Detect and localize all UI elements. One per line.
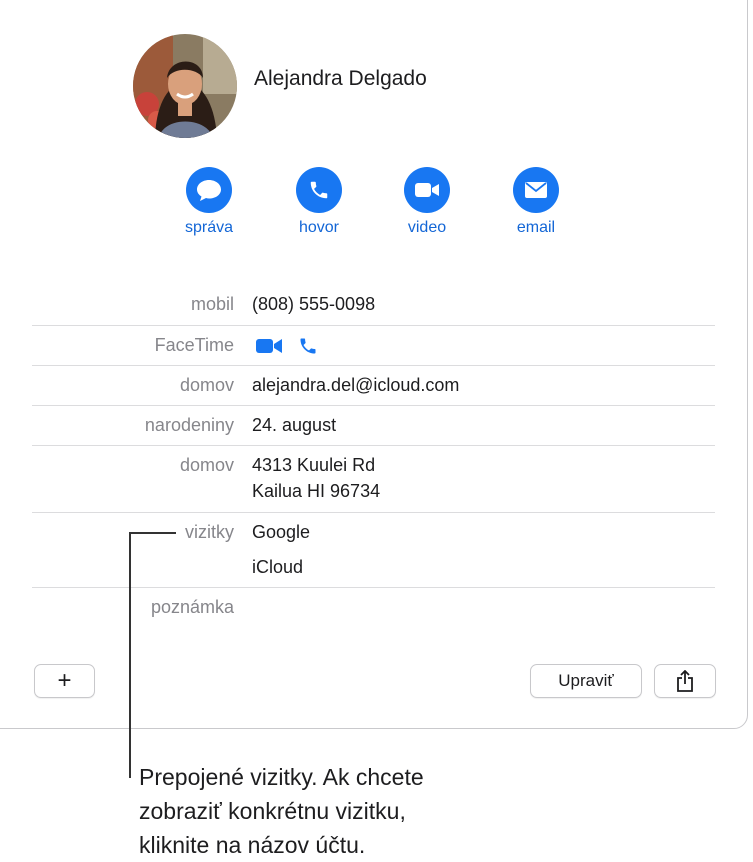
address-label: domov — [179, 455, 234, 475]
birthday-label: narodeniny — [144, 415, 234, 435]
share-button[interactable] — [654, 664, 716, 698]
divider — [32, 587, 715, 588]
mobile-value[interactable]: (808) 555-0098 — [252, 294, 375, 315]
callout-line: kliknite na názov účtu. — [139, 832, 366, 858]
share-icon — [677, 670, 693, 692]
callout-text: Prepojené vizitky. Ak chcete zobraziť ko… — [139, 760, 424, 862]
avatar-photo — [133, 34, 237, 138]
avatar[interactable] — [133, 34, 237, 138]
divider — [32, 365, 715, 366]
card-google-link[interactable]: Google — [252, 522, 310, 543]
email-value[interactable]: alejandra.del@icloud.com — [252, 375, 459, 396]
facetime-label: FaceTime — [154, 335, 234, 355]
call-action[interactable]: hovor — [274, 167, 364, 237]
message-icon — [186, 167, 232, 213]
birthday-value: 24. august — [252, 415, 337, 435]
divider — [32, 325, 715, 326]
divider — [32, 445, 715, 446]
card-icloud-link[interactable]: iCloud — [252, 557, 303, 578]
video-action[interactable]: video — [382, 167, 472, 237]
callout-line: Prepojené vizitky. Ak chcete — [139, 764, 424, 790]
message-action-label: správa — [184, 219, 234, 236]
video-icon — [404, 167, 450, 213]
email-action[interactable]: email — [491, 167, 581, 237]
mobile-label: mobil — [190, 294, 234, 314]
phone-icon — [296, 167, 342, 213]
contact-card: Alejandra Delgado správa hovor video ema… — [0, 0, 748, 729]
divider — [32, 405, 715, 406]
address-line-1[interactable]: 4313 Kuulei Rd — [252, 455, 375, 476]
add-button[interactable]: + — [34, 664, 95, 698]
note-label: poznámka — [150, 597, 234, 617]
email-action-label: email — [516, 219, 556, 236]
video-action-label: video — [407, 219, 447, 236]
facetime-video-icon[interactable] — [255, 337, 283, 360]
cards-label: vizitky — [185, 522, 234, 542]
edit-button[interactable]: Upraviť — [530, 664, 642, 698]
envelope-icon — [513, 167, 559, 213]
callout-leader-line — [129, 533, 131, 778]
call-action-label: hovor — [298, 219, 340, 236]
contact-name: Alejandra Delgado — [254, 67, 427, 90]
facetime-phone-icon[interactable] — [298, 336, 318, 361]
callout-connector — [129, 532, 176, 534]
callout-line: zobraziť konkrétnu vizitku, — [139, 798, 406, 824]
divider — [32, 512, 715, 513]
message-action[interactable]: správa — [164, 167, 254, 237]
email-label: domov — [179, 375, 234, 395]
address-line-2[interactable]: Kailua HI 96734 — [252, 481, 380, 502]
